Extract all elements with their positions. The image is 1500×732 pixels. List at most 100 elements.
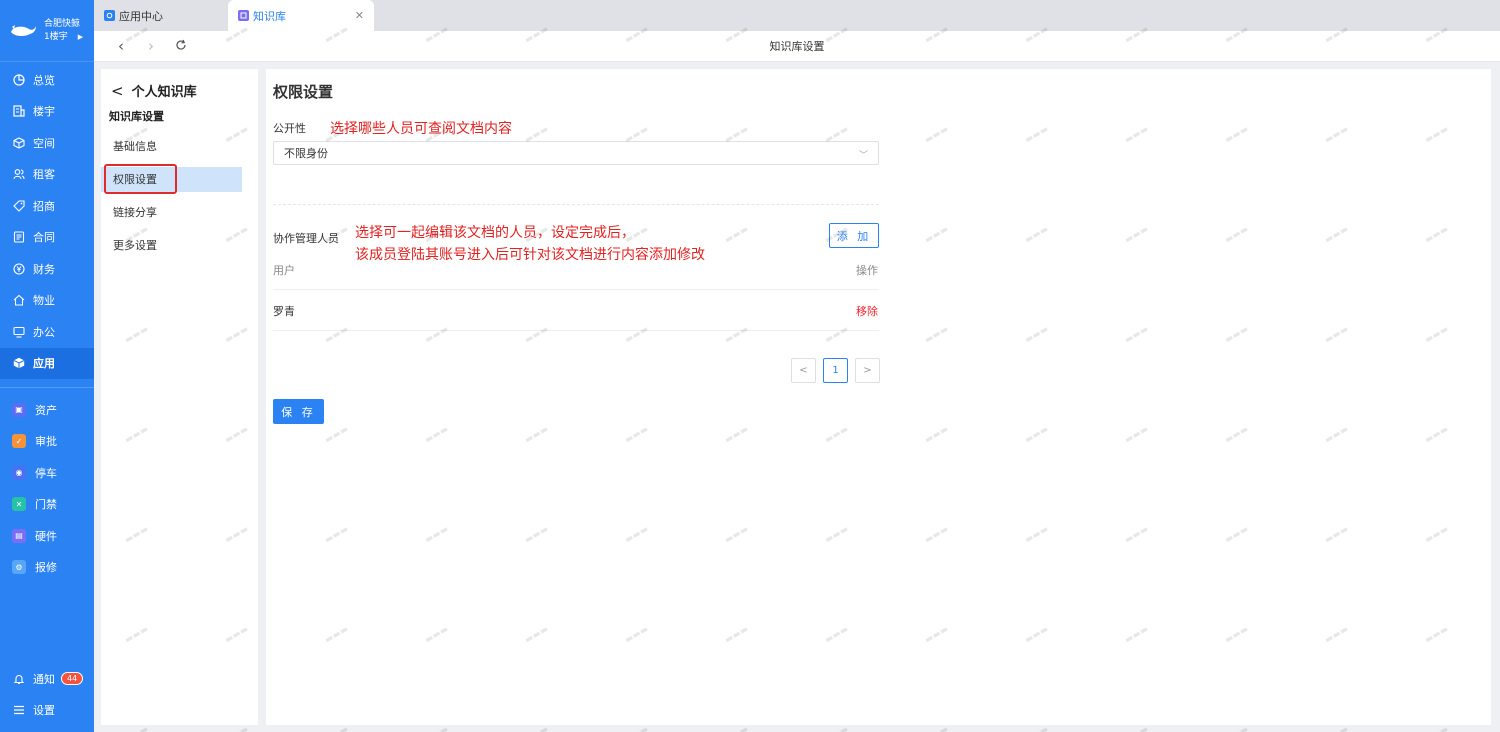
watermark-mark: ▬▬▬ xyxy=(923,724,950,732)
monitor-icon xyxy=(12,325,25,338)
settings-nav-panel: < 个人知识库 知识库设置 基础信息 权限设置 链接分享 更多设置 xyxy=(101,69,258,725)
sidebar-item-property[interactable]: 物业 xyxy=(0,285,94,317)
watermark-mark: ▬▬▬ xyxy=(1123,724,1150,732)
home-icon xyxy=(12,294,25,307)
watermark-mark: ▬▬▬ xyxy=(223,724,250,732)
app-cube-icon xyxy=(12,357,25,370)
bell-icon xyxy=(12,672,25,685)
sidebar-item-label: 物业 xyxy=(33,294,55,308)
remove-collaborator-link[interactable]: 移除 xyxy=(856,303,878,319)
forward-arrow-icon[interactable]: › xyxy=(136,37,166,55)
sidebar-item-finance[interactable]: 财务 xyxy=(0,253,94,285)
sidebar: 合肥快鲸 1楼宇 ▶ 总览 楼宇 空间 租客 招商 合同 财务 物业 办公 应用… xyxy=(0,0,94,732)
sidebar-item-office[interactable]: 办公 xyxy=(0,316,94,348)
visibility-select[interactable]: 不限身份 ﹀ xyxy=(273,141,879,165)
sidebar-app-hardware[interactable]: ▤ 硬件 xyxy=(0,520,94,552)
sidebar-item-contract[interactable]: 合同 xyxy=(0,222,94,254)
tab-app-center[interactable]: 应用中心 xyxy=(94,0,220,31)
chevron-left-icon: < xyxy=(799,365,808,376)
sidebar-item-notifications[interactable]: 通知 44 xyxy=(0,663,94,695)
cube-icon xyxy=(12,136,25,149)
sidebar-app-assets[interactable]: ▣ 资产 xyxy=(0,394,94,426)
watermark-mark: ▬▬▬ xyxy=(423,724,450,732)
brand-building: 1楼宇 xyxy=(44,31,68,42)
watermark-mark: ▬▬▬ xyxy=(1023,724,1050,732)
watermark-mark: ▬▬▬ xyxy=(523,724,550,732)
sidebar-app-access[interactable]: ✕ 门禁 xyxy=(0,489,94,521)
dashboard-icon xyxy=(12,73,25,86)
sidebar-item-label: 租客 xyxy=(33,168,55,182)
repair-app-icon: ⚙ xyxy=(12,560,26,575)
chevron-left-icon: < xyxy=(111,81,124,100)
knowledge-base-name: 个人知识库 xyxy=(131,85,197,100)
sidebar-app-parking[interactable]: ◉ 停车 xyxy=(0,457,94,489)
sidebar-item-overview[interactable]: 总览 xyxy=(0,64,94,96)
tag-icon xyxy=(12,199,25,212)
sidebar-item-leasing[interactable]: 招商 xyxy=(0,190,94,222)
sidebar-item-label: 招商 xyxy=(33,199,55,213)
sidebar-app-approval[interactable]: ✓ 审批 xyxy=(0,426,94,458)
back-to-knowledge-base[interactable]: < 个人知识库 xyxy=(111,81,258,101)
back-arrow-icon[interactable]: ‹ xyxy=(106,37,136,55)
sidebar-item-label: 通知 xyxy=(33,672,55,686)
access-control-app-icon: ✕ xyxy=(12,497,26,512)
knowledge-base-icon xyxy=(238,10,249,21)
sidebar-divider xyxy=(0,387,94,388)
settings-section-title: 知识库设置 xyxy=(109,110,164,123)
parking-app-icon: ◉ xyxy=(12,465,26,480)
sidebar-item-label: 财务 xyxy=(33,262,55,276)
building-icon xyxy=(12,105,25,118)
tab-label: 应用中心 xyxy=(119,9,163,23)
whale-logo-icon xyxy=(8,21,38,41)
caret-right-icon: ▶ xyxy=(77,32,84,41)
pagination-page-button[interactable]: 1 xyxy=(823,358,848,383)
settings-item-more[interactable]: 更多设置 xyxy=(101,233,242,258)
close-icon[interactable]: ✕ xyxy=(355,9,364,22)
settings-item-link-share[interactable]: 链接分享 xyxy=(101,200,242,225)
sidebar-item-apps[interactable]: 应用 xyxy=(0,347,94,379)
settings-item-basic-info[interactable]: 基础信息 xyxy=(101,134,242,159)
address-bar: ‹ › 知识库设置 xyxy=(94,31,1500,62)
collaborators-annotation-line1: 选择可一起编辑该文档的人员，设定完成后， xyxy=(355,225,635,241)
chevron-right-icon: > xyxy=(863,365,872,376)
table-header-divider xyxy=(273,289,879,290)
tab-label: 知识库 xyxy=(253,9,286,23)
watermark-mark: ▬▬▬ xyxy=(1423,724,1450,732)
sidebar-item-space[interactable]: 空间 xyxy=(0,127,94,159)
refresh-icon[interactable] xyxy=(166,37,196,55)
sidebar-item-label: 审批 xyxy=(35,435,57,449)
hardware-app-icon: ▤ xyxy=(12,528,26,543)
tab-knowledge-base[interactable]: 知识库 ✕ xyxy=(228,0,374,31)
visibility-annotation: 选择哪些人员可查阅文档内容 xyxy=(330,121,512,137)
menu-icon xyxy=(12,704,25,717)
sidebar-item-building[interactable]: 楼宇 xyxy=(0,96,94,128)
brand-switcher[interactable]: 合肥快鲸 1楼宇 ▶ xyxy=(0,0,94,62)
column-header-user: 用户 xyxy=(273,264,295,277)
highlight-box xyxy=(104,164,177,194)
sidebar-item-label: 楼宇 xyxy=(33,105,55,119)
save-button[interactable]: 保 存 xyxy=(273,399,324,424)
users-icon xyxy=(12,168,25,181)
add-collaborator-button[interactable]: 添 加 xyxy=(829,223,879,248)
sidebar-item-settings[interactable]: 设置 xyxy=(0,695,94,727)
sidebar-item-label: 停车 xyxy=(35,466,57,480)
sidebar-app-repair[interactable]: ⚙ 报修 xyxy=(0,552,94,584)
collaborator-name: 罗青 xyxy=(273,305,295,318)
sidebar-item-label: 应用 xyxy=(33,357,55,371)
sidebar-item-tenant[interactable]: 租客 xyxy=(0,159,94,191)
notification-count-badge: 44 xyxy=(61,672,84,686)
table-row-divider xyxy=(273,330,879,331)
pagination-next-button[interactable]: > xyxy=(855,358,880,383)
section-divider xyxy=(273,204,879,205)
collaborators-annotation-line2: 该成员登陆其账号进入后可针对该文档进行内容添加修改 xyxy=(355,247,705,263)
main-nav: 总览 楼宇 空间 租客 招商 合同 财务 物业 办公 应用 ▣ 资产 ✓ 审批 … xyxy=(0,62,94,583)
sidebar-item-label: 硬件 xyxy=(35,529,57,543)
visibility-selected-value: 不限身份 xyxy=(284,147,328,160)
app-center-icon xyxy=(104,10,115,21)
sidebar-item-label: 空间 xyxy=(33,136,55,150)
watermark-mark: ▬▬▬ xyxy=(1223,724,1250,732)
pagination-prev-button[interactable]: < xyxy=(791,358,816,383)
settings-item-permissions[interactable]: 权限设置 xyxy=(101,164,242,194)
watermark-mark: ▬▬▬ xyxy=(1323,724,1350,732)
sidebar-item-label: 资产 xyxy=(35,403,57,417)
